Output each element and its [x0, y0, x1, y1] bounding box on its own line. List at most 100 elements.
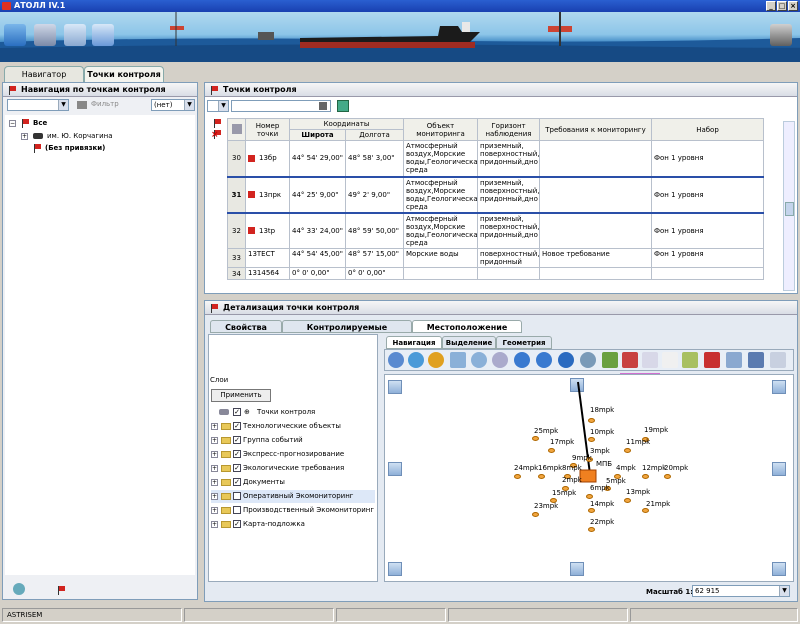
layer-item[interactable]: + ✓ Технологические объекты — [211, 420, 341, 433]
view-select[interactable]: ▼ — [7, 99, 69, 111]
table-settings-icon[interactable] — [231, 123, 242, 134]
layer-item[interactable]: + ✓ Документы — [211, 476, 285, 489]
search-icon[interactable] — [319, 102, 327, 110]
scrollbar-thumb[interactable] — [785, 202, 794, 216]
layer-item[interactable]: + ✓ Группа событий — [211, 434, 303, 447]
layer-item[interactable]: + ✓ Экологические требования — [211, 462, 344, 475]
globe-icon[interactable] — [13, 583, 25, 595]
back-icon[interactable] — [428, 352, 444, 368]
layer-item[interactable]: + Оперативный Экомониторинг — [211, 490, 375, 503]
tab-navigator[interactable]: Навигатор — [4, 66, 84, 82]
delete-icon[interactable]: × — [211, 130, 219, 140]
add-point-icon[interactable] — [213, 119, 221, 128]
close-button[interactable]: × — [788, 1, 798, 11]
col-select-all[interactable] — [227, 118, 246, 141]
col-header-lat[interactable]: Широта — [289, 129, 346, 141]
layer-checkbox[interactable]: ✓ — [233, 464, 241, 472]
subtab-geometry[interactable]: Геометрия — [496, 336, 552, 349]
col-header-object[interactable]: Объект мониторинга — [403, 118, 478, 141]
filter-icon[interactable] — [77, 101, 87, 109]
save-icon[interactable] — [34, 24, 56, 46]
main-panel-header: Точки контроля — [205, 83, 797, 97]
layers-icon — [219, 409, 229, 415]
banner-illustration-icon — [0, 12, 800, 62]
edit-icon[interactable] — [682, 352, 698, 368]
table-icon[interactable] — [748, 352, 764, 368]
undo-icon[interactable] — [64, 24, 86, 46]
expand-icon[interactable]: + — [21, 133, 28, 140]
vertical-scrollbar[interactable] — [783, 121, 795, 291]
platform-icon — [33, 133, 43, 139]
table-row-selected[interactable]: 31 13прк 44° 25' 9,00" 49° 2' 9,00" Атмо… — [227, 175, 764, 214]
layer-checkbox[interactable] — [233, 492, 241, 500]
layer-checkbox[interactable] — [233, 506, 241, 514]
map-label: 20mpk — [664, 464, 689, 472]
filter-select[interactable]: (нет) ▼ — [151, 99, 195, 111]
apply-button[interactable]: Применить — [211, 389, 271, 402]
settings-icon[interactable] — [770, 352, 786, 368]
map-point — [588, 508, 595, 513]
tab-properties[interactable]: Свойства — [210, 320, 282, 333]
exit-icon[interactable] — [4, 24, 26, 46]
layer-item[interactable]: + ✓ Карта-подложка — [211, 518, 305, 531]
col-header-coords: Координаты — [289, 118, 404, 130]
layer-item[interactable]: + ✓ Экспресс-прогнозирование — [211, 448, 344, 461]
map-label: 23mpk — [534, 502, 559, 510]
col-header-horizon[interactable]: Горизонт наблюдения — [477, 118, 540, 141]
map-label-platform: МПБ — [596, 460, 613, 468]
layer-icon[interactable] — [602, 352, 618, 368]
pan-icon[interactable] — [492, 352, 508, 368]
map-point — [588, 418, 595, 423]
export-icon[interactable] — [337, 100, 349, 112]
folder-icon — [221, 437, 231, 444]
document-icon[interactable] — [662, 352, 678, 368]
eye-icon[interactable] — [580, 352, 596, 368]
minimize-button[interactable]: _ — [766, 1, 776, 11]
map-label: 2mpk — [562, 476, 582, 484]
layer-item[interactable]: ✓ ⊕ Точки контроля — [211, 406, 315, 419]
maximize-button[interactable]: □ — [777, 1, 787, 11]
layer-item[interactable]: + Производственный Экомониторинг — [211, 504, 374, 517]
export-icon[interactable] — [642, 352, 658, 368]
tab-parameters[interactable]: Контролируемые параметры — [282, 320, 412, 345]
collapse-icon[interactable]: − — [9, 120, 16, 127]
print-icon[interactable] — [622, 352, 638, 368]
user-icon[interactable] — [770, 24, 792, 46]
globe-icon[interactable] — [388, 352, 404, 368]
layer-checkbox[interactable]: ✓ — [233, 436, 241, 444]
info-icon[interactable] — [558, 352, 574, 368]
add-icon[interactable]: ⊕ — [244, 406, 250, 419]
tab-location[interactable]: Местоположение — [412, 320, 522, 333]
col-header-req[interactable]: Требования к мониторингу — [539, 118, 652, 141]
delete-icon[interactable] — [704, 352, 720, 368]
folder-icon — [221, 521, 231, 528]
col-header-num[interactable]: Номер точки — [245, 118, 290, 141]
zoom-in-icon[interactable] — [450, 352, 466, 368]
layer-checkbox[interactable]: ✓ — [233, 520, 241, 528]
table-row[interactable]: 32 13tp 44° 33' 24,00" 48° 59' 50,00" Ат… — [227, 212, 764, 249]
view-select[interactable]: ▼ — [207, 100, 229, 112]
zoom-out-icon[interactable] — [471, 352, 487, 368]
layer-checkbox[interactable]: ✓ — [233, 422, 241, 430]
col-header-lon[interactable]: Долгота — [345, 129, 404, 141]
measure-icon[interactable] — [726, 352, 742, 368]
layer-checkbox[interactable]: ✓ — [233, 450, 241, 458]
prev-view-icon[interactable] — [514, 352, 530, 368]
search-input[interactable] — [231, 100, 331, 112]
layer-checkbox[interactable]: ✓ — [233, 478, 241, 486]
subtab-selection[interactable]: Выделение — [442, 336, 496, 349]
map-point — [624, 498, 631, 503]
table-row[interactable]: 34 1314564 0° 0' 0,00" 0° 0' 0,00" — [227, 267, 764, 280]
flag-icon[interactable] — [57, 586, 65, 595]
subtab-navigation[interactable]: Навигация — [386, 336, 442, 349]
table-row[interactable]: 30 13бр 44° 54' 29,00" 48° 58' 3,00" Атм… — [227, 140, 764, 177]
refresh-icon[interactable] — [92, 24, 114, 46]
world-icon[interactable] — [408, 352, 424, 368]
col-header-set[interactable]: Набор — [651, 118, 764, 141]
control-points-table: Номер точки Координаты Объект мониторинг… — [227, 118, 764, 280]
layer-checkbox[interactable]: ✓ — [233, 408, 241, 416]
tab-control-points[interactable]: Точки контроля — [84, 66, 164, 82]
next-view-icon[interactable] — [536, 352, 552, 368]
scale-select[interactable]: 62 915 ▼ — [692, 585, 790, 597]
table-row[interactable]: 33 13ТЕСТ 44° 54' 45,00" 48° 57' 15,00" … — [227, 248, 764, 268]
